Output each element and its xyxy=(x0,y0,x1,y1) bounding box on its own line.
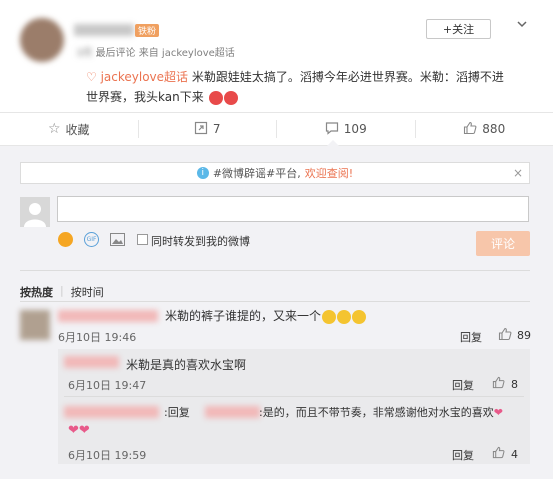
follow-button[interactable]: +关注 xyxy=(426,19,491,39)
sort-by-time[interactable]: 按时间 xyxy=(71,284,104,300)
info-icon: i xyxy=(196,167,209,179)
reply-like-button[interactable]: 8 xyxy=(492,376,518,392)
star-icon: ☆ xyxy=(47,121,61,137)
thumbs-up-icon xyxy=(492,376,505,392)
emoji-icon xyxy=(352,309,367,324)
emoji-icon xyxy=(337,309,352,324)
comment-input[interactable] xyxy=(57,196,529,222)
content-line1: 米勒跟娃娃太搞了。滔搏今年必进世界赛。米勒：滔搏不进 xyxy=(191,70,504,84)
follow-label: +关注 xyxy=(442,23,475,36)
submit-comment-button[interactable]: 评论 xyxy=(476,231,530,256)
comment-pointer xyxy=(326,140,340,147)
post-meta: 3月 最后评论 来自 jackeylove超话 xyxy=(76,44,235,59)
comment-count: 109 xyxy=(343,122,367,136)
close-icon[interactable]: × xyxy=(513,166,523,180)
like-button[interactable]: 880 xyxy=(416,120,553,138)
like-count: 880 xyxy=(482,122,506,136)
reply-reply-button[interactable]: 回复 xyxy=(452,377,474,393)
reply2-prefix: :回复 xyxy=(164,406,190,419)
reply2-mention[interactable] xyxy=(205,406,260,418)
reply-text: 米勒是真的喜欢水宝啊 xyxy=(126,358,247,372)
laugh-emoji-icon xyxy=(223,90,238,105)
reply2-like-button[interactable]: 4 xyxy=(492,446,518,462)
reply2-text: :是的，而且不带节奏，非常感谢他对水宝的喜欢❤ xyxy=(259,406,503,419)
comment-like-button[interactable]: 89 xyxy=(498,327,531,344)
reply2-time: 6月10日 19:59 xyxy=(68,449,147,462)
reply2-like-count: 4 xyxy=(511,447,518,461)
reply2-reply-button[interactable]: 回复 xyxy=(452,447,474,463)
image-icon[interactable] xyxy=(110,233,125,249)
reply-divider xyxy=(64,396,524,397)
laugh-emoji-icon xyxy=(208,90,223,105)
thumbs-up-icon xyxy=(498,327,512,344)
section-divider xyxy=(20,270,530,271)
heart-emojis: ❤❤ xyxy=(68,423,90,438)
reply-time: 6月10日 19:47 xyxy=(68,379,147,392)
super-topic-icon: ♡ xyxy=(86,70,97,84)
notice-text: #微博辟谣#平台, xyxy=(212,167,301,180)
repost-icon xyxy=(194,121,208,138)
sort-bar: 按热度 | 按时间 xyxy=(20,284,104,300)
repost-count: 7 xyxy=(212,122,221,136)
commenter-name[interactable] xyxy=(58,310,158,322)
my-avatar[interactable] xyxy=(20,197,50,227)
thumbs-up-icon xyxy=(463,121,477,138)
action-bar: ☆ 收藏 7 109 880 xyxy=(0,112,553,146)
rumor-notice: i #微博辟谣#平台, 欢迎查阅! × xyxy=(20,162,530,184)
post-avatar[interactable] xyxy=(20,18,64,62)
comment-icon xyxy=(325,121,339,138)
comment-reply-button[interactable]: 回复 xyxy=(460,329,482,345)
heart-emoji-icon: ❤ xyxy=(78,423,90,438)
repost-checkbox[interactable] xyxy=(137,234,148,245)
vip-badge: 铁粉 xyxy=(135,24,160,37)
post-last-comment: 最后评论 xyxy=(95,48,136,59)
commenter-avatar[interactable] xyxy=(20,310,50,340)
heart-emoji-icon: ❤ xyxy=(68,423,79,438)
comment-like-count: 89 xyxy=(517,329,531,342)
chevron-down-icon[interactable] xyxy=(516,18,528,30)
favorite-label: 收藏 xyxy=(65,122,90,137)
notice-link[interactable]: 欢迎查阅! xyxy=(305,165,353,181)
reply2-author-name[interactable] xyxy=(64,406,159,418)
reply-author-name[interactable] xyxy=(64,356,119,368)
favorite-button[interactable]: ☆ 收藏 xyxy=(0,120,139,138)
comment-text: 米勒的裤子谁提的，又来一个 xyxy=(165,307,367,324)
sort-separator: | xyxy=(60,284,64,297)
reply-like-count: 8 xyxy=(511,377,518,391)
post-time[interactable]: 3月 xyxy=(76,48,92,59)
comment-time: 6月10日 19:46 xyxy=(58,331,137,344)
sort-by-hot[interactable]: 按热度 xyxy=(20,284,53,300)
post-content: ♡ jackeylove超话 米勒跟娃娃太搞了。滔搏今年必进世界赛。米勒：滔搏不… xyxy=(86,67,536,107)
emoji-icon xyxy=(322,309,337,324)
comment-button[interactable]: 109 xyxy=(277,120,416,138)
content-line2: 世界赛，我头kan下来 xyxy=(86,90,204,104)
emoji-icon[interactable] xyxy=(58,232,73,247)
topic-link[interactable]: jackeylove超话 xyxy=(101,70,188,84)
repost-checkbox-label: 同时转发到我的微博 xyxy=(151,235,250,248)
post-source[interactable]: 来自 jackeylove超话 xyxy=(139,48,235,59)
repost-button[interactable]: 7 xyxy=(139,120,277,138)
heart-emoji-icon: ❤ xyxy=(493,406,503,419)
gif-icon[interactable]: GIF xyxy=(84,232,99,247)
post-username[interactable] xyxy=(74,24,134,36)
sort-divider xyxy=(20,301,530,302)
thumbs-up-icon xyxy=(492,446,505,462)
